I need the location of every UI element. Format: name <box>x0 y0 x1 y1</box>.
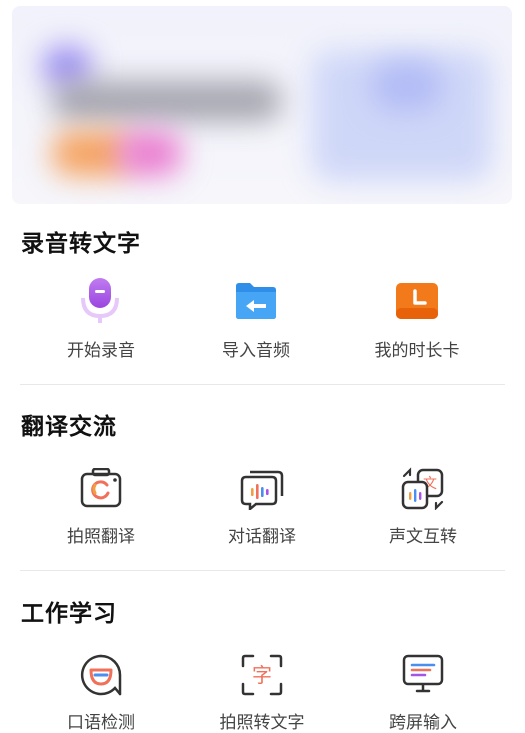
promo-banner[interactable] <box>12 6 512 204</box>
tool-label: 对话翻译 <box>228 527 296 547</box>
tool-label: 拍照翻译 <box>67 527 135 547</box>
banner-shape <box>117 131 182 176</box>
speaking-test-icon <box>79 654 123 700</box>
microphone-icon <box>81 278 121 330</box>
banner-shape <box>372 61 442 111</box>
section-title-work-study: 工作学习 <box>21 601 117 627</box>
voice-text-convert-icon: 文 <box>400 466 446 514</box>
tool-label: 声文互转 <box>389 527 457 547</box>
folder-icon <box>234 282 278 324</box>
tool-label: 口语检测 <box>67 713 135 733</box>
section-title-translation: 翻译交流 <box>21 414 117 440</box>
clock-card-icon <box>395 282 439 324</box>
svg-text:字: 字 <box>252 663 272 687</box>
divider <box>20 570 505 571</box>
section-title-recording: 录音转文字 <box>21 231 141 257</box>
tool-label: 我的时长卡 <box>374 341 460 361</box>
banner-shape <box>52 81 282 121</box>
dialog-translate-icon <box>240 468 284 514</box>
photo-to-text-icon: 字 <box>241 654 283 700</box>
camera-translate-icon <box>79 467 123 512</box>
banner-shape <box>42 46 92 86</box>
tool-label: 导入音频 <box>222 341 290 361</box>
divider <box>20 384 505 385</box>
tool-label: 拍照转文字 <box>219 713 305 733</box>
cross-screen-input-icon <box>401 654 445 698</box>
tool-label: 开始录音 <box>67 341 135 361</box>
tool-label: 跨屏输入 <box>389 713 457 733</box>
